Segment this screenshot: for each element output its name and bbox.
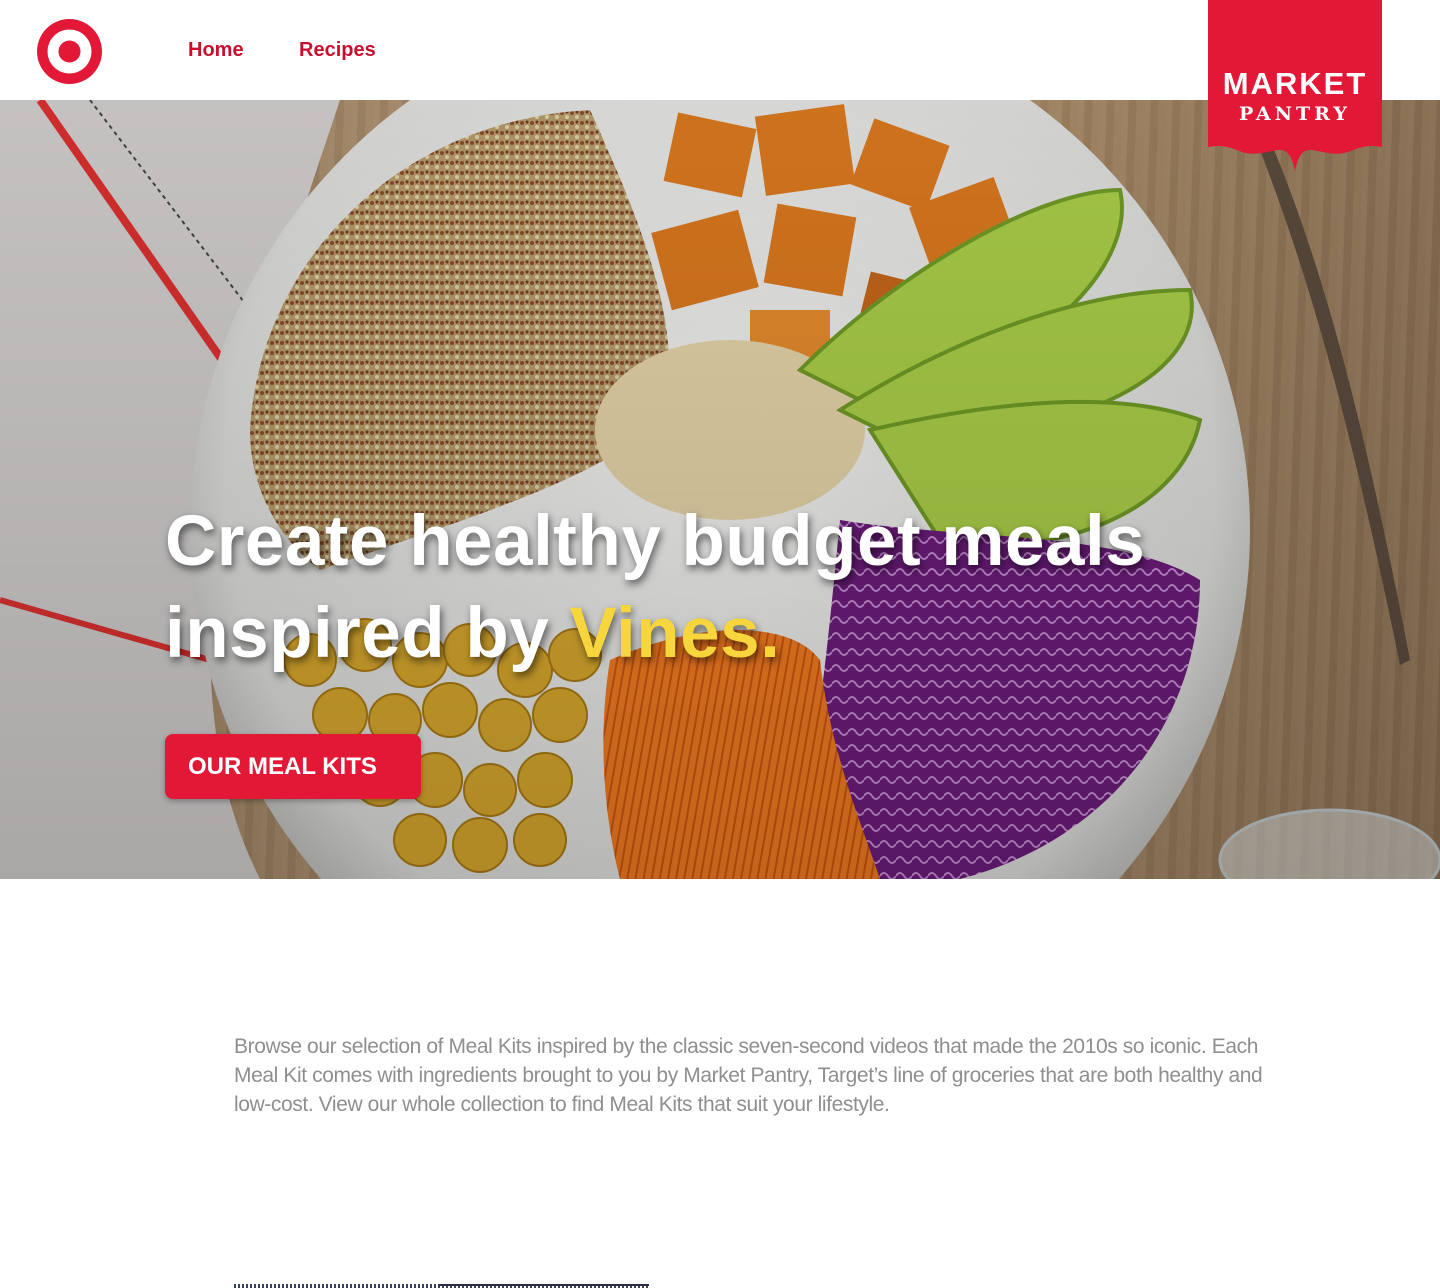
hero-headline-accent: Vines. <box>569 594 781 673</box>
hero-banner: Create healthy budget meals inspired by … <box>0 100 1440 879</box>
hero-headline: Create healthy budget meals inspired by … <box>165 496 1165 680</box>
content-preview-strip <box>234 1284 649 1288</box>
nav-recipes-link[interactable]: Recipes <box>299 39 376 62</box>
our-meal-kits-button[interactable]: OUR MEAL KITS <box>165 734 421 799</box>
market-pantry-badge[interactable]: MARKET PANTRY <box>1208 0 1382 172</box>
intro-paragraph: Browse our selection of Meal Kits inspir… <box>234 1035 1263 1116</box>
page: Home Recipes MARKET PANTRY Create health… <box>0 0 1440 1288</box>
badge-pantry-text: PANTRY <box>1239 103 1351 125</box>
badge-market-text: MARKET <box>1222 66 1368 101</box>
nav-home-link[interactable]: Home <box>188 39 244 62</box>
target-logo-icon[interactable] <box>37 19 102 84</box>
